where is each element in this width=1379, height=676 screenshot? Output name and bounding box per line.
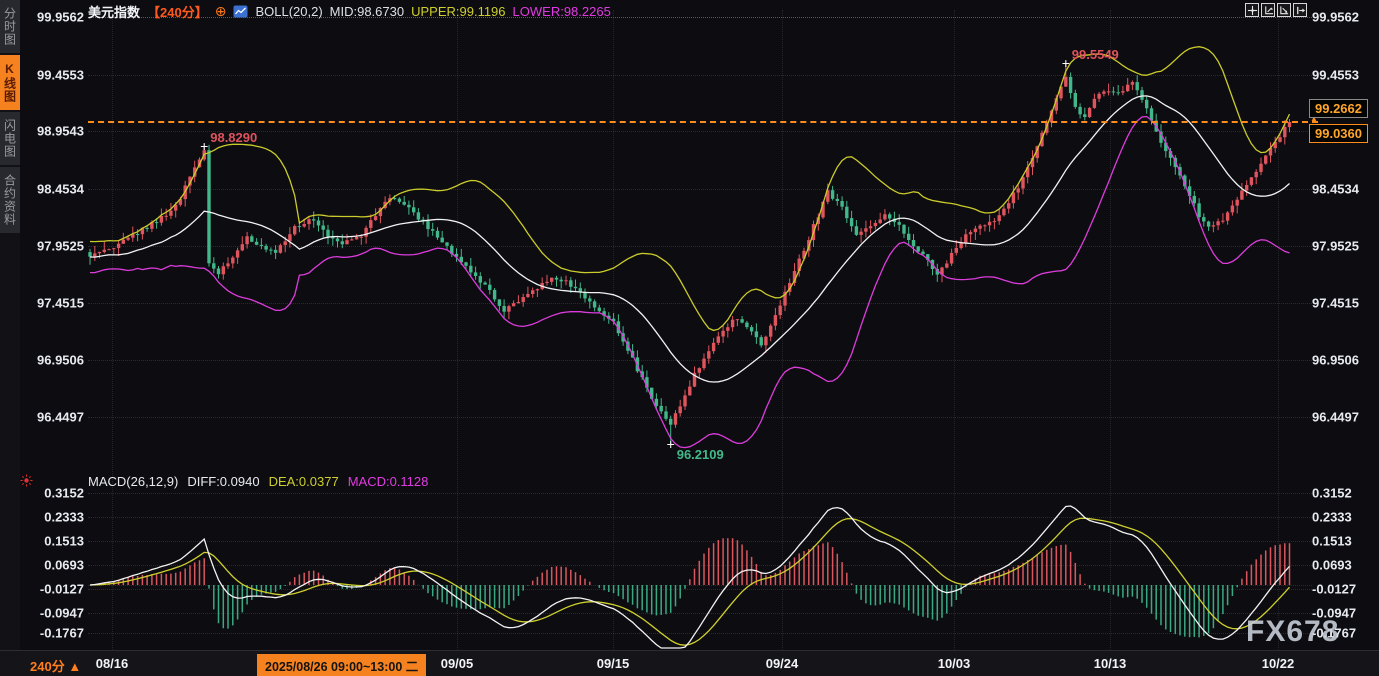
sidebar: 分时图K线图闪电图合约资料 [0,0,20,650]
macd-axis-label-left: -0.1767 [24,626,84,641]
macd-dea-label: DEA:0.0377 [269,474,339,489]
macd-axis-label-left: 0.2333 [24,510,84,525]
fit-x-axis-icon[interactable] [1277,3,1291,17]
extreme-cross-marker: + [667,436,675,452]
price-tag-upper: 99.2662 [1309,99,1368,118]
chart-style-icon[interactable] [233,5,248,18]
period-text: 240分 [30,659,65,674]
period-plus-icon[interactable]: ⊕ [215,5,227,18]
chart-toolbar [1245,3,1307,17]
extreme-price-label: 99.5549 [1072,47,1119,62]
macd-axis-label-left: 0.1513 [24,534,84,549]
macd-axis-label-right: -0.0127 [1312,582,1356,597]
price-axis-label-left: 96.4497 [24,410,84,425]
extreme-cross-marker: + [200,138,208,154]
price-axis-label-right: 97.9525 [1312,239,1359,254]
chart-header: 美元指数 【240分】 ⊕ BOLL(20,2) MID:98.6730 UPP… [88,2,611,21]
date-tick-label: 10/13 [1094,656,1127,671]
symbol-name: 美元指数 [88,2,140,21]
date-tick-label: 09/15 [597,656,630,671]
extreme-price-label: 98.8290 [210,130,257,145]
extreme-price-label: 96.2109 [677,447,724,462]
time-axis-period[interactable]: 240分 ▲ [30,656,81,675]
time-axis-bar: 240分 ▲ 2025/08/26 09:00~13:00 二 08/16 09/… [0,650,1379,676]
extreme-cross-marker: + [1062,55,1070,71]
price-tag-current: 99.0360 [1309,124,1368,143]
date-tick-label: 08/16 [96,656,129,671]
price-axis-label-left: 98.9543 [24,124,84,139]
period-arrow-icon: ▲ [68,659,81,674]
macd-axis-label-right: 0.2333 [1312,510,1352,525]
price-axis-label-right: 96.4497 [1312,410,1359,425]
macd-macd-label: MACD:0.1128 [348,474,429,489]
macd-header: MACD(26,12,9) DIFF:0.0940 DEA:0.0377 MAC… [88,474,428,489]
macd-diff-label: DIFF:0.0940 [187,474,259,489]
price-axis-label-right: 97.4515 [1312,296,1359,311]
price-axis-label-left: 98.4534 [24,182,84,197]
macd-axis-label-right: 0.3152 [1312,486,1352,501]
sidebar-tab-3[interactable]: 闪电图 [0,112,20,165]
period-label[interactable]: 【240分】 [147,2,208,21]
date-tick-label: 10/22 [1262,656,1295,671]
sidebar-tab-2[interactable]: K线图 [0,55,20,110]
boll-name-label: BOLL(20,2) [255,4,322,19]
macd-axis-label-right: 0.1513 [1312,534,1352,549]
date-tick-label: 09/05 [441,656,474,671]
trading-app-window: 分时图K线图闪电图合约资料 美元指数 【240分】 ⊕ BOLL(20,2) M… [0,0,1379,676]
price-axis-label-left: 97.9525 [24,239,84,254]
macd-axis-label-left: 0.0693 [24,558,84,573]
selected-range-chip: 2025/08/26 09:00~13:00 二 [257,654,426,676]
watermark: FX678 [1246,615,1339,649]
price-axis-label-right: 99.9562 [1312,10,1359,25]
price-axis-label-left: 99.4553 [24,68,84,83]
date-tick-label: 10/03 [938,656,971,671]
price-candlestick-chart[interactable] [0,0,1379,470]
price-axis-label-right: 99.4553 [1312,68,1359,83]
date-tick-label: 09/24 [766,656,799,671]
crosshair-move-icon[interactable] [1245,3,1259,17]
macd-indicator-chart[interactable] [0,470,1379,650]
price-axis-label-left: 97.4515 [24,296,84,311]
price-axis-label-left: 99.9562 [24,10,84,25]
price-axis-label-right: 96.9506 [1312,353,1359,368]
macd-axis-label-left: -0.0947 [24,606,84,621]
price-axis-label-right: 98.4534 [1312,182,1359,197]
macd-axis-label-left: -0.0127 [24,582,84,597]
macd-name-label: MACD(26,12,9) [88,474,178,489]
go-to-latest-icon[interactable] [1293,3,1307,17]
boll-mid-label: MID:98.6730 [330,4,404,19]
price-axis-label-left: 96.9506 [24,353,84,368]
macd-axis-label-left: 0.3152 [24,486,84,501]
fit-y-axis-icon[interactable] [1261,3,1275,17]
live-alert-icon [20,474,33,487]
macd-axis-label-right: 0.0693 [1312,558,1352,573]
sidebar-tab-4[interactable]: 合约资料 [0,167,20,233]
boll-lower-label: LOWER:98.2265 [513,4,611,19]
sidebar-tab-1[interactable]: 分时图 [0,0,20,53]
current-price-line [88,121,1318,123]
boll-upper-label: UPPER:99.1196 [411,4,505,19]
